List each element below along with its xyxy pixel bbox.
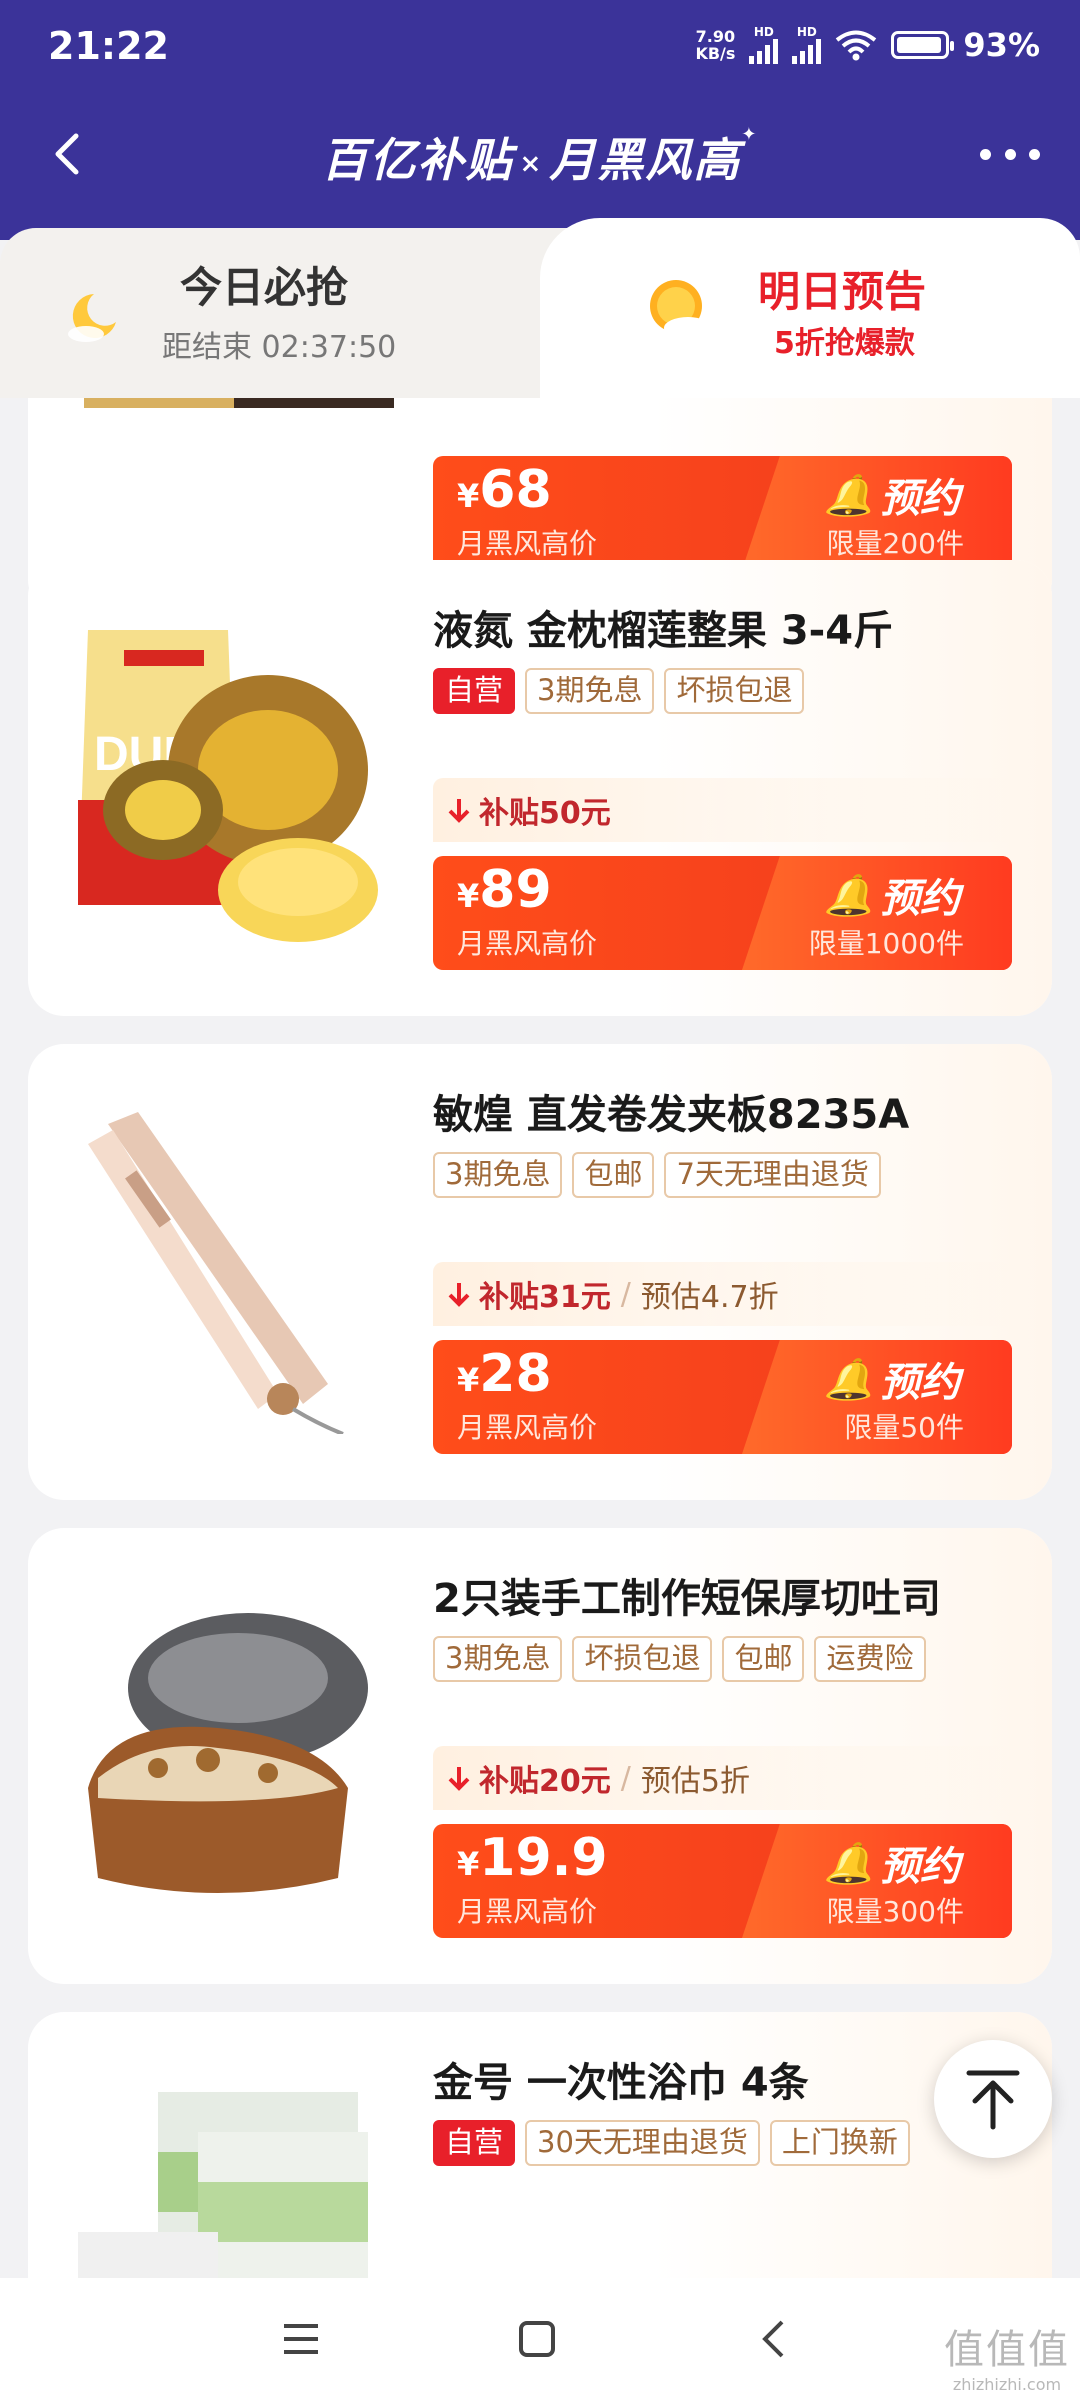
- bell-icon: 🔔: [824, 472, 874, 519]
- product-card[interactable]: 敏煌 直发卷发夹板8235A 3期免息 包邮 7天无理由退货 补贴31元 / 预…: [28, 1044, 1052, 1500]
- reserve-button[interactable]: 🔔 预约: [824, 466, 960, 524]
- tag: 坏损包退: [664, 668, 805, 714]
- price-bar: ¥89 月黑风高价 🔔 预约 限量1000件: [433, 856, 1012, 970]
- sun-cloud-icon: [650, 280, 712, 339]
- product-name: 金号 一次性浴巾 4条: [433, 2060, 809, 2106]
- tag-list: 3期免息 坏损包退 包邮 运费险: [433, 1636, 926, 1682]
- down-arrow-icon: [448, 1767, 470, 1791]
- bell-icon: 🔔: [824, 1840, 874, 1887]
- product-card[interactable]: 2只装手工制作短保厚切吐司 3期免息 坏损包退 包邮 运费险 补贴20元 / 预…: [28, 1528, 1052, 1984]
- tag: 3期免息: [433, 1152, 563, 1198]
- limit-text: 限量1000件: [808, 927, 964, 960]
- product-image: DURI: [78, 630, 378, 942]
- product-card[interactable]: DURI 液氮 金枕榴莲整果 3-4斤 自营 3期免息 坏损包退 补贴50元 ¥…: [28, 560, 1052, 1016]
- bell-icon: 🔔: [824, 872, 874, 919]
- status-time: 21:22: [48, 24, 169, 68]
- tag: 包邮: [722, 1636, 805, 1682]
- menu-icon[interactable]: [276, 2314, 326, 2364]
- tag: 3期免息: [525, 668, 655, 714]
- price-bar: ¥28 月黑风高价 🔔 预约 限量50件: [433, 1340, 1012, 1454]
- tag-list: 自营 30天无理由退货 上门换新: [433, 2120, 910, 2166]
- subsidy-text: 补贴31元: [479, 1280, 611, 1315]
- product-image: [84, 398, 394, 408]
- price: ¥19.9: [457, 1828, 608, 1888]
- tab-today-title: 今日必抢: [180, 263, 349, 312]
- product-image: [78, 2092, 368, 2278]
- back-icon[interactable]: [750, 2314, 800, 2364]
- reserve-button[interactable]: 🔔 预约: [824, 1834, 960, 1892]
- signal-icon: HD: [749, 26, 779, 64]
- tab-tomorrow-title: 明日预告: [758, 267, 927, 316]
- subsidy-strip: 补贴31元 / 预估4.7折: [433, 1262, 1012, 1326]
- tag: 30天无理由退货: [525, 2120, 760, 2166]
- limit-text: 限量300件: [826, 1895, 964, 1928]
- watermark: 值值值 zhizhizhi.com: [944, 2327, 1070, 2394]
- moon-icon: [68, 294, 116, 342]
- product-card[interactable]: 金号 一次性浴巾 4条 自营 30天无理由退货 上门换新: [28, 2012, 1052, 2278]
- subsidy-text: 补贴20元: [479, 1764, 611, 1799]
- tag: 7天无理由退货: [664, 1152, 881, 1198]
- price-label: 月黑风高价: [457, 1895, 598, 1928]
- status-bar: 21:22 7.90 KB/s HD HD 93%: [0, 0, 1080, 100]
- bell-icon: 🔔: [824, 1356, 874, 1403]
- system-nav-bar: 值值值 zhizhizhi.com: [0, 2278, 1080, 2400]
- price-label: 月黑风高价: [457, 527, 598, 560]
- estimate-text: 预估4.7折: [640, 1280, 779, 1315]
- product-name: 液氮 金枕榴莲整果 3-4斤: [433, 608, 894, 654]
- brand-title: 百亿补贴 × 月黑风高✦: [321, 124, 759, 187]
- tag: 包邮: [572, 1152, 655, 1198]
- price-label: 月黑风高价: [457, 1411, 598, 1444]
- tag-list: 自营 3期免息 坏损包退: [433, 668, 805, 714]
- subsidy-strip: 补贴50元: [433, 778, 1012, 842]
- tag: 坏损包退: [572, 1636, 713, 1682]
- estimate-text: 预估5折: [640, 1764, 750, 1799]
- tag: 3期免息: [433, 1636, 563, 1682]
- price: ¥68: [457, 460, 552, 520]
- nav-bar: 百亿补贴 × 月黑风高✦: [0, 110, 1080, 200]
- price-bar: ¥68 月黑风高价 🔔 预约 限量200件: [433, 456, 1012, 570]
- home-icon[interactable]: [512, 2314, 562, 2364]
- price-label: 月黑风高价: [457, 927, 598, 960]
- battery-icon: [891, 31, 955, 59]
- reserve-button[interactable]: 🔔 预约: [824, 866, 960, 924]
- status-icons: 7.90 KB/s HD HD 93%: [695, 26, 1040, 64]
- price: ¥89: [457, 860, 552, 920]
- tab-today-countdown: 距结束 02:37:50: [162, 330, 397, 365]
- tab-today[interactable]: 今日必抢 距结束 02:37:50: [0, 228, 600, 398]
- tag: 运费险: [814, 1636, 926, 1682]
- product-image: [88, 1112, 344, 1434]
- subsidy-text: 补贴50元: [479, 796, 611, 831]
- arrow-up-icon: [966, 2070, 1020, 2130]
- tag: 自营: [433, 2120, 516, 2166]
- tag-list: 3期免息 包邮 7天无理由退货: [433, 1152, 881, 1198]
- tag: 自营: [433, 668, 516, 714]
- limit-text: 限量50件: [844, 1411, 964, 1444]
- battery-level: 93%: [963, 26, 1040, 64]
- product-list: ¥68 月黑风高价 🔔 预约 限量200件 DURI 液氮 金枕榴莲整果 3-4斤…: [0, 398, 1080, 2278]
- tab-bar: 今日必抢 距结束 02:37:50 明日预告 5折抢爆款: [0, 218, 1080, 398]
- reserve-button[interactable]: 🔔 预约: [824, 1350, 960, 1408]
- price: ¥28: [457, 1344, 552, 1404]
- price-bar: ¥19.9 月黑风高价 🔔 预约 限量300件: [433, 1824, 1012, 1938]
- net-speed: 7.90 KB/s: [695, 27, 736, 63]
- more-icon[interactable]: [980, 136, 1040, 172]
- signal-icon-2: HD: [792, 26, 822, 64]
- tag: 上门换新: [769, 2120, 910, 2166]
- limit-text: 限量200件: [826, 527, 964, 560]
- product-image: [88, 1613, 368, 1893]
- header-bar: 21:22 7.90 KB/s HD HD 93% 百亿补贴 × 月黑风高✦: [0, 0, 1080, 240]
- down-arrow-icon: [448, 799, 470, 823]
- back-to-top-button[interactable]: [934, 2040, 1052, 2158]
- tab-tomorrow-sub: 5折抢爆款: [774, 326, 915, 361]
- product-name: 2只装手工制作短保厚切吐司: [433, 1576, 941, 1622]
- product-name: 敏煌 直发卷发夹板8235A: [433, 1092, 910, 1138]
- wifi-icon: [836, 30, 877, 61]
- down-arrow-icon: [448, 1283, 470, 1307]
- tab-tomorrow[interactable]: 明日预告 5折抢爆款: [540, 218, 1080, 398]
- subsidy-strip: 补贴20元 / 预估5折: [433, 1746, 1012, 1810]
